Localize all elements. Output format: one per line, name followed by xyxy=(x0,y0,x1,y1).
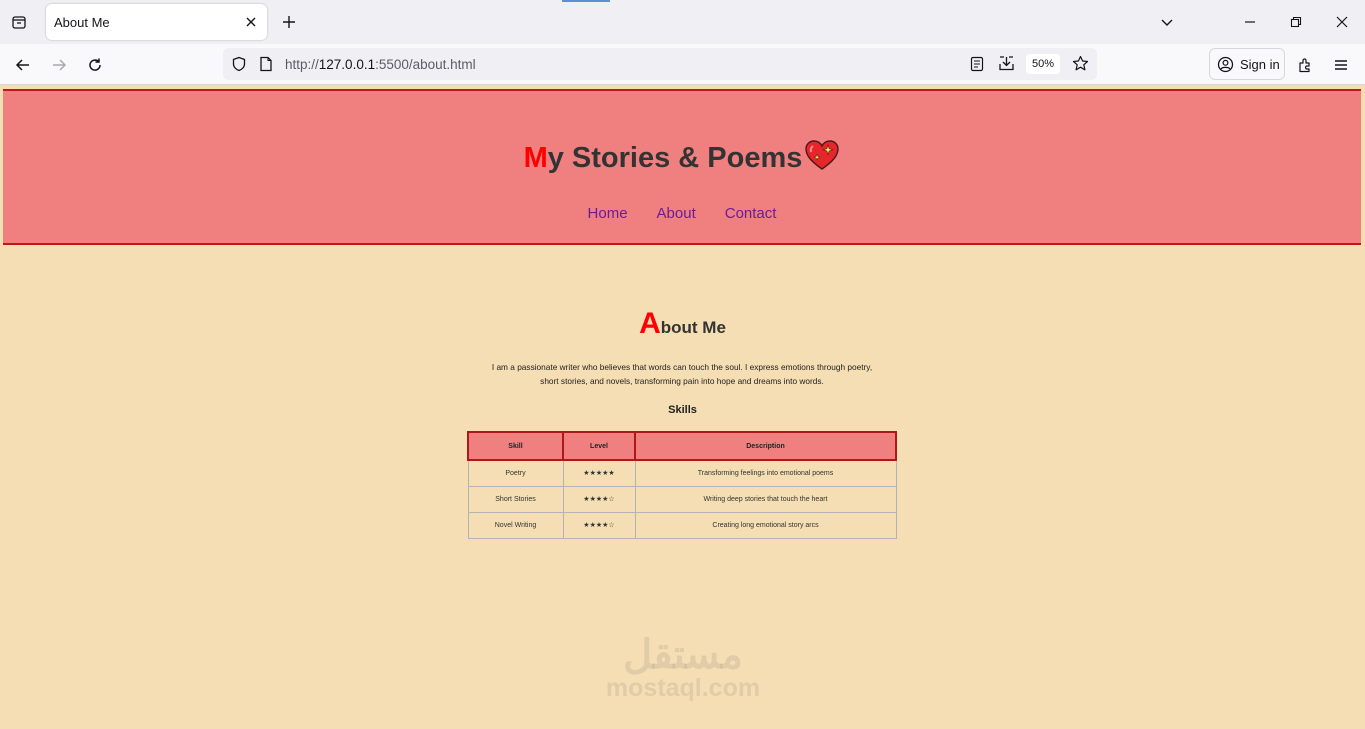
navigation-toolbar: http://127.0.0.1:5500/about.html 50% Sig… xyxy=(0,44,1365,85)
sparkling-heart-icon xyxy=(804,139,840,179)
header-skill: Skill xyxy=(467,431,564,461)
close-tab-icon[interactable] xyxy=(243,14,259,30)
reload-icon[interactable] xyxy=(82,52,108,78)
skills-title: Skills xyxy=(668,404,697,416)
site-nav: Home About Contact xyxy=(3,205,1361,222)
url-path: :5500/about.html xyxy=(375,57,476,72)
table-row: Poetry ★★★★★ Transforming feelings into … xyxy=(467,459,897,487)
cell-skill: Short Stories xyxy=(467,485,564,513)
mostaql-watermark: مستقل mostaql.com xyxy=(598,635,768,701)
about-title: About Me xyxy=(0,307,1365,341)
tab-list-icon[interactable] xyxy=(6,9,32,35)
header-description: Description xyxy=(634,431,897,461)
cell-description: Creating long emotional story arcs xyxy=(634,511,897,539)
back-icon[interactable] xyxy=(10,52,36,78)
active-tab[interactable]: About Me xyxy=(46,4,267,40)
about-title-rest: bout Me xyxy=(660,318,726,337)
watermark-arabic: مستقل xyxy=(623,633,743,677)
tab-title: About Me xyxy=(54,15,110,30)
site-title-rest: y Stories & Poems xyxy=(547,142,803,174)
list-all-tabs-icon[interactable] xyxy=(1154,9,1180,35)
cell-level: ★★★★☆ xyxy=(562,485,636,513)
nav-link-about[interactable]: About xyxy=(657,205,696,222)
cell-level: ★★★★☆ xyxy=(562,511,636,539)
minimize-icon[interactable] xyxy=(1237,9,1263,35)
page-viewport: My Stories & Poems Home About Contact Ab… xyxy=(0,85,1365,729)
page-info-icon[interactable] xyxy=(259,56,273,77)
url-text[interactable]: http://127.0.0.1:5500/about.html xyxy=(285,57,476,72)
zoom-level-badge[interactable]: 50% xyxy=(1026,54,1060,74)
cell-skill: Poetry xyxy=(467,459,564,487)
forward-icon[interactable] xyxy=(46,52,72,78)
tab-bar: About Me xyxy=(0,0,1365,44)
close-window-icon[interactable] xyxy=(1329,9,1355,35)
about-paragraph: I am a passionate writer who believes th… xyxy=(491,362,873,386)
url-host: 127.0.0.1 xyxy=(318,57,376,72)
url-scheme: http:// xyxy=(285,57,319,72)
app-menu-icon[interactable] xyxy=(1328,52,1354,78)
header-level: Level xyxy=(562,431,636,461)
about-title-first-letter: A xyxy=(639,307,661,340)
save-to-pocket-icon[interactable] xyxy=(998,55,1015,77)
new-tab-icon[interactable] xyxy=(278,11,300,33)
cell-level: ★★★★★ xyxy=(562,459,636,487)
site-title-first-letter: M xyxy=(523,142,548,174)
site-title: My Stories & Poems xyxy=(3,139,1361,179)
skills-table-header-row: Skill Level Description xyxy=(467,431,897,461)
url-bar[interactable]: http://127.0.0.1:5500/about.html 50% xyxy=(223,48,1097,80)
sign-in-label: Sign in xyxy=(1240,56,1280,72)
bookmark-star-icon[interactable] xyxy=(1072,55,1089,77)
table-row: Novel Writing ★★★★☆ Creating long emotio… xyxy=(467,511,897,539)
sign-in-button[interactable]: Sign in xyxy=(1209,48,1285,80)
cell-skill: Novel Writing xyxy=(467,511,564,539)
nav-link-home[interactable]: Home xyxy=(588,205,628,222)
table-row: Short Stories ★★★★☆ Writing deep stories… xyxy=(467,485,897,513)
skills-table: Skill Level Description Poetry ★★★★★ Tra… xyxy=(467,431,897,539)
cell-description: Writing deep stories that touch the hear… xyxy=(634,485,897,513)
restore-icon[interactable] xyxy=(1283,9,1309,35)
nav-link-contact[interactable]: Contact xyxy=(725,205,777,222)
watermark-latin: mostaql.com xyxy=(605,674,761,702)
tab-strip-indicator xyxy=(562,0,610,2)
extensions-icon[interactable] xyxy=(1292,52,1318,78)
tracking-shield-icon[interactable] xyxy=(231,56,247,77)
reader-view-icon[interactable] xyxy=(970,56,984,77)
cell-description: Transforming feelings into emotional poe… xyxy=(634,459,897,487)
account-icon xyxy=(1217,56,1234,72)
site-header: My Stories & Poems Home About Contact xyxy=(3,89,1361,245)
